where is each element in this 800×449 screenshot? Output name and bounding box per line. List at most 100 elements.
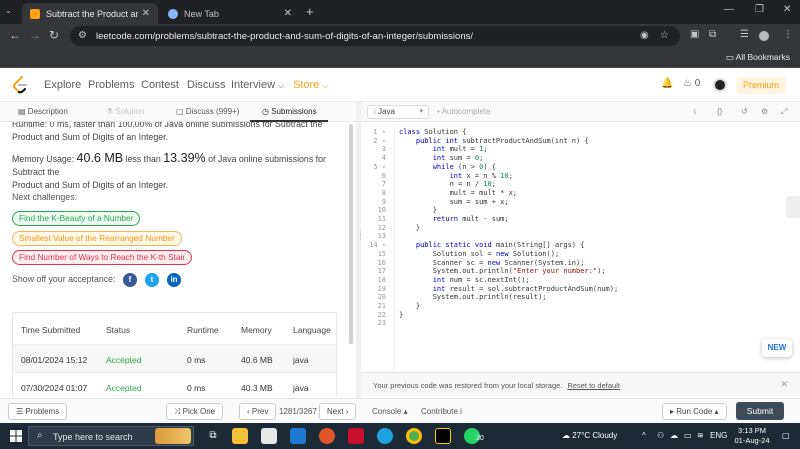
close-tab-icon[interactable]: ✕: [284, 8, 292, 19]
keyboard-language[interactable]: ENG: [710, 431, 727, 440]
nav-contest[interactable]: Contest: [141, 79, 179, 91]
code-line[interactable]: public static void main(String[] args) {: [399, 241, 585, 249]
browser-menu-icon[interactable]: ⋮: [783, 29, 793, 40]
code-line[interactable]: int result = sol.subtractProductAndSum(n…: [399, 285, 618, 293]
problems-list-button[interactable]: ☰ Problems: [8, 403, 68, 420]
address-bar[interactable]: ⚙ leetcode.com/problems/subtract-the-pro…: [70, 26, 680, 46]
twitter-icon[interactable]: t: [145, 273, 159, 287]
new-tab-plus-icon[interactable]: +: [306, 4, 314, 19]
edge-icon[interactable]: [377, 428, 393, 444]
console-toggle[interactable]: Console ▴: [372, 407, 408, 416]
windows-start-icon[interactable]: [10, 430, 22, 442]
reset-to-default-link[interactable]: Reset to default: [567, 381, 620, 390]
fold-arrow-icon[interactable]: ▾: [378, 163, 386, 171]
code-line[interactable]: }: [399, 224, 420, 232]
file-explorer-icon[interactable]: [232, 428, 248, 444]
facebook-icon[interactable]: f: [123, 273, 137, 287]
bookmark-star-icon[interactable]: ☆: [660, 30, 669, 41]
table-row[interactable]: 07/30/2024 01:07 Accepted 0 ms 40.3 MB j…: [13, 373, 336, 397]
all-bookmarks-button[interactable]: ▭ All Bookmarks: [726, 52, 790, 63]
language-select[interactable]: i Java ▾: [367, 105, 429, 119]
braces-icon[interactable]: {}: [717, 107, 722, 116]
code-editor[interactable]: 1 ▾ 2 ▾ 3 4 5 ▾ 6 7 8 9 10 11 12 13 14 ▾ 15 16 17 18 19 20 2…: [361, 126, 800, 371]
tab-leetcode[interactable]: Subtract the Product and Sum o ✕: [22, 3, 158, 24]
code-line[interactable]: int sum = 0;: [399, 154, 484, 162]
extension-icon[interactable]: ▣: [690, 29, 699, 40]
system-clock[interactable]: 3:13 PM 01-Aug-24: [732, 426, 772, 446]
left-panel-scrollbar[interactable]: [349, 124, 353, 344]
task-view-icon[interactable]: ⧉: [205, 428, 221, 444]
avatar[interactable]: [713, 78, 727, 92]
app-icon[interactable]: [348, 428, 364, 444]
challenge-medium[interactable]: Smallest Value of the Rearranged Number: [12, 231, 182, 246]
fullscreen-icon[interactable]: ⤢: [781, 107, 787, 117]
reading-list-icon[interactable]: ☰: [740, 29, 749, 40]
code-line[interactable]: return mult - sum;: [399, 215, 509, 223]
coins-counter[interactable]: ♨ 0: [683, 78, 700, 89]
site-info-icon[interactable]: ⚙: [78, 30, 87, 41]
intellij-icon[interactable]: [435, 428, 451, 444]
notification-center-icon[interactable]: ▢: [782, 431, 790, 440]
code-line[interactable]: int x = n % 10;: [399, 172, 513, 180]
pick-one-button[interactable]: ⤨ Pick One: [166, 403, 224, 420]
code-line[interactable]: System.out.println("Enter your number:")…: [399, 267, 606, 275]
tab-solution[interactable]: ⚗ Solution: [106, 107, 144, 116]
battery-icon[interactable]: ▭: [684, 431, 692, 440]
linkedin-icon[interactable]: in: [167, 273, 181, 287]
nav-discuss[interactable]: Discuss: [187, 79, 226, 91]
submit-button[interactable]: Submit: [736, 402, 784, 420]
wifi-icon[interactable]: ≋: [697, 431, 704, 440]
brave-icon[interactable]: [319, 428, 335, 444]
tab-description[interactable]: ▤ Description: [18, 107, 68, 116]
info-icon[interactable]: i: [694, 107, 696, 116]
nav-problems[interactable]: Problems: [88, 79, 134, 91]
close-tab-icon[interactable]: ✕: [142, 8, 150, 19]
chrome-icon[interactable]: [406, 428, 422, 444]
side-drawer-handle[interactable]: [786, 196, 800, 218]
fold-arrow-icon[interactable]: ▾: [378, 128, 386, 136]
fold-arrow-icon[interactable]: ▾: [378, 241, 386, 249]
code-line[interactable]: sum = sum + x;: [399, 198, 509, 206]
nav-explore[interactable]: Explore: [44, 79, 81, 91]
code-line[interactable]: class Solution {: [399, 128, 466, 136]
next-button[interactable]: Next ›: [319, 403, 357, 420]
premium-button[interactable]: Premium: [736, 77, 786, 94]
leetcode-logo-icon[interactable]: [12, 76, 28, 94]
code-line[interactable]: }: [399, 206, 437, 214]
store-icon[interactable]: [261, 428, 277, 444]
code-line[interactable]: while (n > 0) {: [399, 163, 496, 171]
back-icon[interactable]: ←: [9, 28, 21, 42]
extensions-puzzle-icon[interactable]: ⧉: [709, 29, 716, 40]
challenge-easy[interactable]: Find the K-Beauty of a Number: [12, 211, 141, 226]
nav-store[interactable]: Store ⌵: [293, 79, 328, 91]
new-badge[interactable]: NEW: [762, 339, 792, 357]
tab-search-icon[interactable]: ⌄: [5, 6, 17, 18]
profile-avatar[interactable]: [759, 31, 769, 41]
tab-submissions[interactable]: ◷ Submissions: [262, 107, 317, 116]
challenge-hard[interactable]: Find Number of Ways to Reach the K-th St…: [12, 250, 193, 265]
prev-button[interactable]: ‹ Prev: [239, 403, 277, 420]
minimize-icon[interactable]: —: [724, 4, 734, 15]
eye-off-icon[interactable]: ◉: [640, 30, 649, 41]
code-line[interactable]: int mult = 1;: [399, 145, 488, 153]
code-line[interactable]: System.out.println(result);: [399, 293, 547, 301]
onedrive-icon[interactable]: ☁: [670, 431, 678, 440]
nav-interview[interactable]: Interview ⌵: [231, 79, 284, 91]
forward-icon[interactable]: →: [29, 28, 41, 42]
code-line[interactable]: Solution sol = new Solution();: [399, 250, 559, 258]
contribute-link[interactable]: Contribute i: [421, 407, 462, 416]
tray-chevron-icon[interactable]: ^: [642, 431, 646, 440]
code-line[interactable]: Scanner sc = new Scanner(System.in);: [399, 259, 585, 267]
reset-icon[interactable]: ↺: [741, 107, 748, 116]
run-code-button[interactable]: ▸ Run Code ▴: [662, 403, 727, 420]
code-line[interactable]: mult = mult * x;: [399, 189, 517, 197]
code-line[interactable]: public int subtractProductAndSum(int n) …: [399, 137, 589, 145]
code-line[interactable]: int num = sc.nextInt();: [399, 276, 530, 284]
maximize-icon[interactable]: ❐: [755, 4, 764, 15]
table-row[interactable]: 08/01/2024 15:12 Accepted 0 ms 40.6 MB j…: [13, 345, 336, 373]
close-window-icon[interactable]: ✕: [783, 4, 791, 15]
code-line[interactable]: }: [399, 302, 420, 310]
code-line[interactable]: n = n / 10;: [399, 180, 496, 188]
tab-discuss[interactable]: ▢ Discuss (999+): [176, 107, 239, 116]
settings-gear-icon[interactable]: ⚙: [761, 107, 768, 116]
